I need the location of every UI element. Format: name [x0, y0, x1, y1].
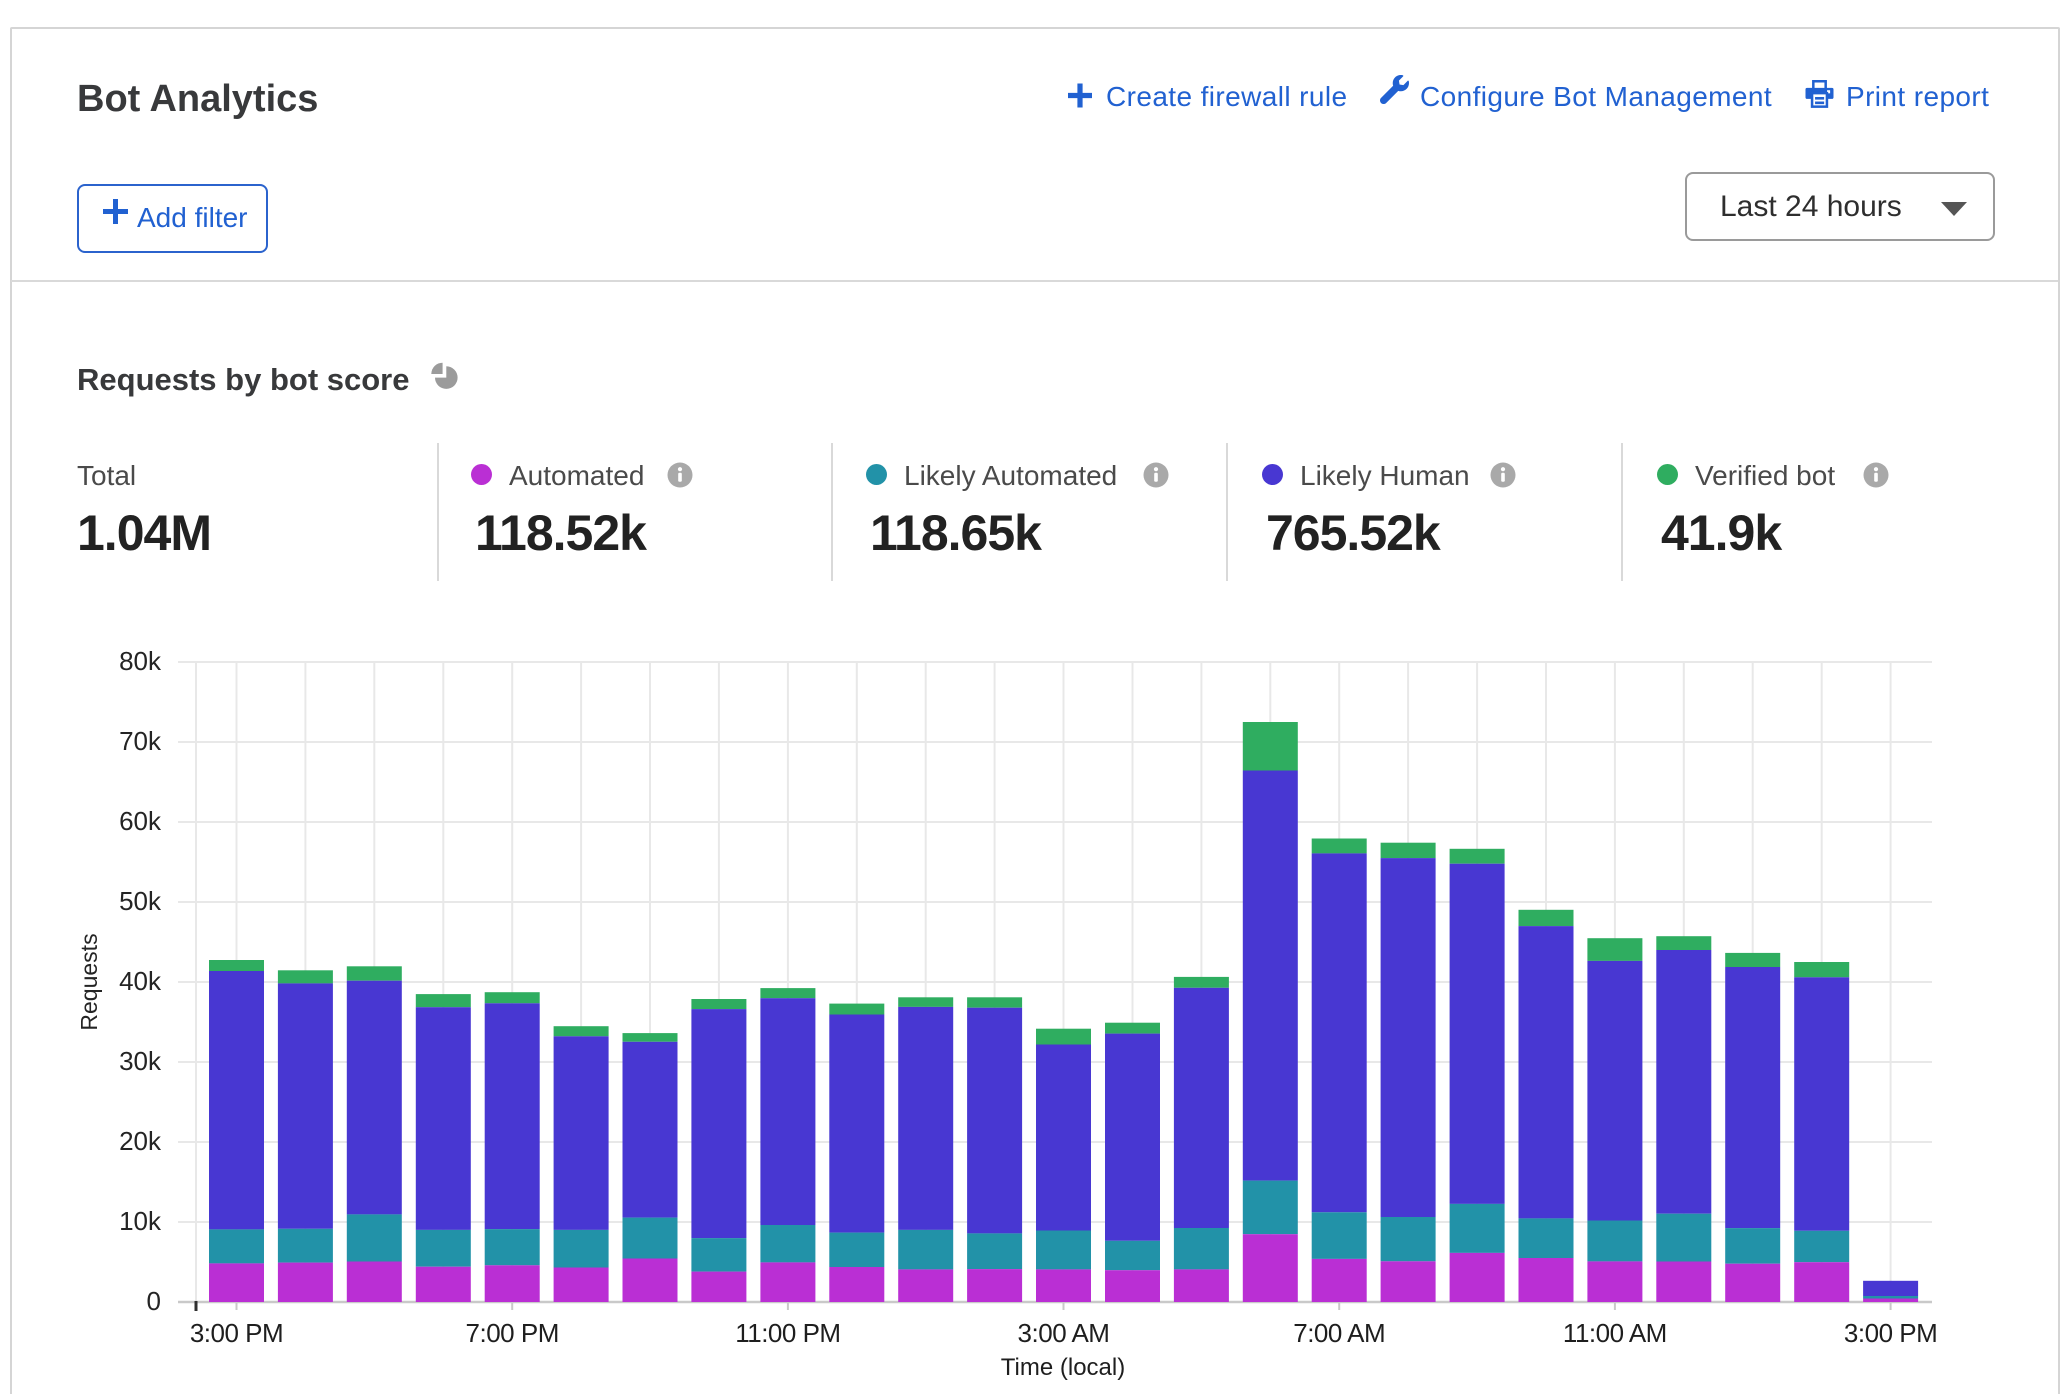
svg-text:50k: 50k — [119, 886, 162, 916]
svg-text:7:00 AM: 7:00 AM — [1293, 1318, 1385, 1348]
svg-text:3:00 AM: 3:00 AM — [1018, 1318, 1110, 1348]
svg-text:3:00 PM: 3:00 PM — [1844, 1318, 1937, 1348]
svg-text:40k: 40k — [119, 966, 162, 996]
svg-text:11:00 PM: 11:00 PM — [735, 1318, 840, 1348]
svg-text:11:00 AM: 11:00 AM — [1563, 1318, 1667, 1348]
svg-text:Requests: Requests — [76, 933, 102, 1030]
svg-text:60k: 60k — [119, 806, 162, 836]
svg-text:30k: 30k — [119, 1046, 162, 1076]
svg-text:Time (local): Time (local) — [1001, 1354, 1125, 1381]
svg-text:20k: 20k — [119, 1126, 162, 1156]
svg-text:3:00 PM: 3:00 PM — [190, 1318, 283, 1348]
svg-text:0: 0 — [147, 1286, 161, 1316]
svg-text:7:00 PM: 7:00 PM — [466, 1318, 559, 1348]
svg-text:10k: 10k — [119, 1206, 162, 1236]
svg-text:70k: 70k — [119, 726, 162, 756]
svg-text:80k: 80k — [119, 646, 162, 676]
